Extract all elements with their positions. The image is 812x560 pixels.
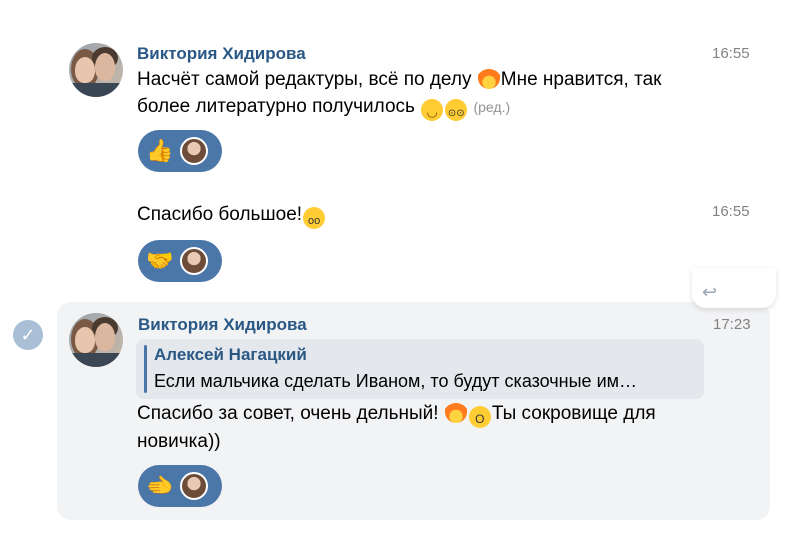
thumbs-up-icon: 👍 [146, 138, 174, 163]
scream-emoji-icon [468, 406, 491, 428]
message-text: Насчёт самой редактуры, всё по делу Мне … [137, 66, 661, 121]
message-author[interactable]: Виктория Хидирова [138, 315, 307, 335]
quote-bar [144, 345, 147, 393]
message-text-part: более литературно получилось [137, 96, 421, 117]
edited-label: (ред.) [473, 99, 511, 115]
smile-emoji-icon [421, 99, 444, 121]
message-time: 17:23 [713, 316, 751, 333]
message-text: Спасибо за совет, очень дельный! Ты сокр… [137, 400, 656, 455]
reply-text: Если мальчика сделать Иваном, то будут с… [154, 371, 637, 391]
message-text-part: Ты сокровище для [491, 403, 656, 424]
message-time: 16:55 [712, 45, 750, 62]
message-text-part: новичка)) [137, 431, 221, 452]
selected-check-icon[interactable]: ✓ [13, 320, 43, 350]
fire-emoji-icon [444, 401, 467, 423]
message-text-part: Спасибо большое! [137, 204, 303, 225]
reaction-chip[interactable]: 👍 [138, 130, 222, 172]
flushed-emoji-icon [303, 207, 326, 229]
message-actions-toolbar[interactable]: ↩ [692, 268, 776, 308]
reply-author[interactable]: Алексей Нагацкий [154, 345, 307, 365]
message-text-part: Спасибо за совет, очень дельный! [137, 403, 444, 424]
pointing-hand-icon: 🫲 [146, 473, 174, 498]
message-author[interactable]: Виктория Хидирова [137, 44, 306, 64]
reactor-avatar [180, 247, 208, 275]
avatar[interactable] [69, 313, 123, 367]
message-time: 16:55 [712, 203, 750, 220]
reply-icon[interactable]: ↩ [702, 282, 717, 303]
message-text: Спасибо большое! [137, 201, 326, 229]
reply-quote[interactable]: Алексей Нагацкий Если мальчика сделать И… [136, 339, 704, 399]
handshake-icon: 🤝 [146, 248, 174, 273]
fire-emoji-icon [477, 67, 500, 89]
reaction-chip[interactable]: 🤝 [138, 240, 222, 282]
reactor-avatar [180, 472, 208, 500]
reaction-chip[interactable]: 🫲 [138, 465, 222, 507]
nerd-emoji-icon [445, 99, 468, 121]
message-text-part: Мне нравится, так [500, 69, 662, 90]
reactor-avatar [180, 137, 208, 165]
avatar[interactable] [69, 43, 123, 97]
message-text-part: Насчёт самой редактуры, всё по делу [137, 69, 477, 90]
